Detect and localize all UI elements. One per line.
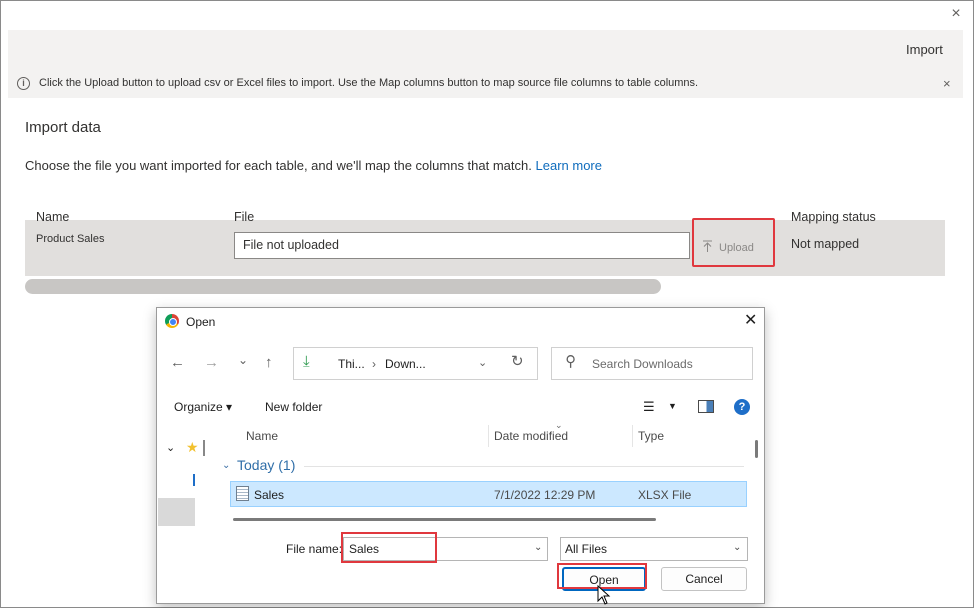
column-divider xyxy=(632,425,633,447)
file-list-horizontal-scrollbar[interactable] xyxy=(233,518,656,521)
back-arrow-icon[interactable]: ← xyxy=(170,355,185,371)
file-name-label: File name: xyxy=(286,542,343,556)
navigation-pane-marker xyxy=(193,474,195,486)
file-name-dropdown-chevron-icon[interactable]: ⌄ xyxy=(534,542,542,553)
breadcrumb-downloads[interactable]: Down... xyxy=(385,357,426,371)
breadcrumb-separator-icon: › xyxy=(372,357,376,371)
file-column-name[interactable]: Name xyxy=(246,429,278,443)
upload-highlight xyxy=(692,218,775,267)
dialog-close-icon[interactable]: ✕ xyxy=(744,313,757,329)
learn-more-link[interactable]: Learn more xyxy=(536,158,602,173)
file-status-field: File not uploaded xyxy=(234,232,690,259)
tree-expand-chevron-icon[interactable]: ⌄ xyxy=(166,441,175,454)
table-horizontal-scrollbar[interactable] xyxy=(25,279,661,294)
up-arrow-icon[interactable]: ↑ xyxy=(265,355,273,371)
view-options-icon[interactable]: ☰ xyxy=(643,399,655,415)
file-item-type: XLSX File xyxy=(638,488,692,502)
help-icon[interactable]: ? xyxy=(734,399,750,415)
file-column-date-modified[interactable]: Date modified xyxy=(494,429,568,443)
cancel-button[interactable]: Cancel xyxy=(661,567,747,591)
chrome-icon xyxy=(165,314,179,328)
recent-locations-chevron-icon[interactable]: ⌄ xyxy=(238,352,248,368)
file-name-highlight xyxy=(341,532,437,563)
info-close-icon[interactable]: × xyxy=(943,76,951,91)
import-button[interactable]: Import xyxy=(906,42,943,57)
page-title: Import data xyxy=(25,119,101,136)
forward-arrow-icon[interactable]: → xyxy=(204,355,219,371)
group-collapse-chevron-icon[interactable]: ⌄ xyxy=(222,460,230,471)
refresh-icon[interactable]: ↻ xyxy=(511,354,524,370)
file-item-name: Sales xyxy=(254,488,285,502)
navigation-pane-scrollbar[interactable] xyxy=(203,440,205,456)
address-dropdown-chevron-icon[interactable]: ⌄ xyxy=(478,356,487,369)
file-item-date: 7/1/2022 12:29 PM xyxy=(494,488,596,502)
organize-menu[interactable]: Organize ▾ xyxy=(174,400,232,414)
group-divider xyxy=(304,466,744,467)
new-folder-button[interactable]: New folder xyxy=(265,400,322,414)
window-close-icon[interactable]: × xyxy=(948,6,964,22)
spreadsheet-file-icon xyxy=(236,486,249,501)
navigation-pane-selected-item[interactable] xyxy=(158,498,195,526)
file-column-type[interactable]: Type xyxy=(638,429,664,443)
column-divider xyxy=(488,425,489,447)
file-type-value[interactable]: All Files xyxy=(565,542,607,556)
dialog-title: Open xyxy=(186,315,216,329)
column-header-name: Name xyxy=(36,210,70,224)
group-label-today[interactable]: Today (1) xyxy=(237,457,295,473)
preview-pane-icon[interactable] xyxy=(698,400,714,413)
quick-access-star-icon[interactable]: ★ xyxy=(186,439,199,456)
breadcrumb-this-pc[interactable]: Thi... xyxy=(338,357,365,371)
view-chevron-icon[interactable]: ▼ xyxy=(668,401,677,411)
search-icon: ⚲ xyxy=(565,353,576,370)
mapping-status-cell: Not mapped xyxy=(791,237,860,251)
file-type-dropdown-chevron-icon[interactable]: ⌄ xyxy=(733,542,741,553)
info-icon: i xyxy=(17,77,30,90)
mouse-cursor-icon xyxy=(597,585,611,605)
column-header-file: File xyxy=(234,210,255,224)
search-placeholder: Search Downloads xyxy=(592,357,693,371)
info-message: Click the Upload button to upload csv or… xyxy=(39,77,699,89)
column-header-mapping-status: Mapping status xyxy=(791,210,876,224)
table-name-cell: Product Sales xyxy=(36,233,105,245)
import-description: Choose the file you want imported for ea… xyxy=(25,158,602,173)
description-text: Choose the file you want imported for ea… xyxy=(25,158,532,173)
downloads-icon: ⤓ xyxy=(303,353,310,370)
file-list-vertical-scrollbar[interactable] xyxy=(755,440,758,458)
